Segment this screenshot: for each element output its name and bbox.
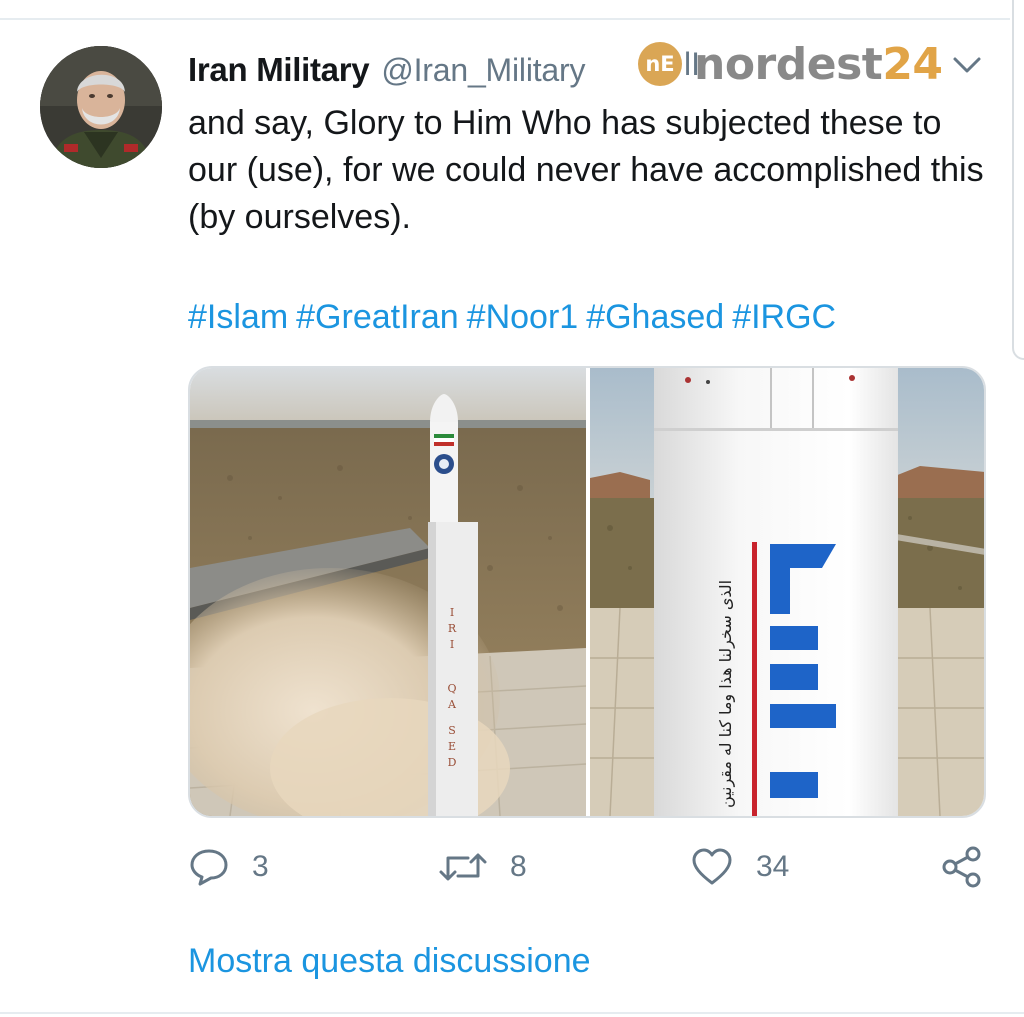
rocket-closeup-photo[interactable]: الذى سخرلنا هذا وما كنا له مقرنين xyxy=(590,368,984,816)
nordest24-watermark: nE lI nordest24 xyxy=(638,39,943,90)
show-thread-link[interactable]: Mostra questa discussione xyxy=(188,942,591,981)
chevron-down-icon[interactable] xyxy=(950,50,984,80)
hashtag-islam[interactable]: #Islam xyxy=(188,298,288,336)
hashtag-irgc[interactable]: #IRGC xyxy=(732,298,836,336)
tweet-text: and say, Glory to Him Who has subjected … xyxy=(188,104,984,236)
reply-count: 3 xyxy=(252,850,269,883)
scrollbar-edge xyxy=(1012,0,1024,360)
hashtag-ghased[interactable]: #Ghased xyxy=(586,298,724,336)
user-handle[interactable]: @Iran_Military xyxy=(381,52,585,89)
watermark-text-part2: 24 xyxy=(882,38,943,90)
media-gallery[interactable]: I R I Q A S E D الذى سخرلنا هذا وما كنا … xyxy=(188,366,986,818)
rocket-letter: S xyxy=(448,724,456,737)
reply-button[interactable]: 3 xyxy=(188,842,269,892)
tweet-header: Iran Military @Iran_Military xyxy=(188,48,585,92)
rocket-letter: R xyxy=(448,622,457,635)
rocket-arabic-script: الذى سخرلنا هذا وما كنا له مقرنين xyxy=(716,580,736,808)
like-button[interactable]: 34 xyxy=(690,842,789,892)
rocket-letter: I xyxy=(450,606,454,619)
retweet-count: 8 xyxy=(510,850,527,883)
retweet-arrows-icon xyxy=(439,853,487,881)
rocket-letter: D xyxy=(448,756,457,769)
hashtag-noor1[interactable]: #Noor1 xyxy=(467,298,579,336)
rocket-launch-photo[interactable]: I R I Q A S E D xyxy=(190,368,586,816)
rocket-letter: I xyxy=(450,638,454,651)
retweet-button[interactable]: 8 xyxy=(438,842,527,892)
avatar-photo xyxy=(40,46,162,168)
watermark-text: nordest24 xyxy=(694,39,943,90)
like-count: 34 xyxy=(756,850,790,883)
avatar[interactable] xyxy=(40,46,162,168)
rocket-letter: E xyxy=(448,740,456,753)
watermark-logo-text: nE xyxy=(645,52,675,76)
tweet-actions: 3 8 34 xyxy=(188,842,988,892)
rocket-letter: A xyxy=(447,698,457,711)
hashtag-greatiran[interactable]: #GreatIran xyxy=(296,298,459,336)
top-divider xyxy=(0,18,1010,20)
rocket-letter: Q xyxy=(447,682,456,695)
speech-bubble-icon xyxy=(190,849,228,886)
watermark-logo: nE xyxy=(638,42,682,86)
watermark-text-part1: nordest xyxy=(694,38,883,90)
heart-icon xyxy=(692,848,732,885)
hashtag-list: #Islam #GreatIran #Noor1 #Ghased #IRGC xyxy=(188,295,844,339)
display-name[interactable]: Iran Military xyxy=(188,51,370,89)
share-icon xyxy=(942,846,981,888)
share-button[interactable] xyxy=(940,842,984,892)
bottom-divider xyxy=(0,1012,1024,1014)
